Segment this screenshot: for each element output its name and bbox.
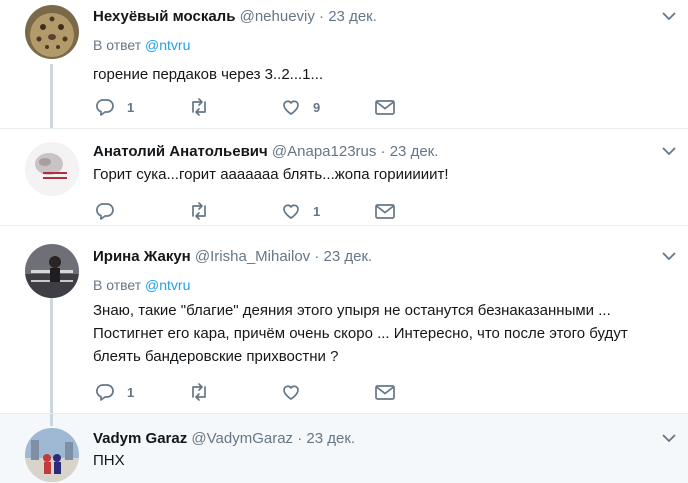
avatar[interactable] <box>25 428 79 482</box>
chevron-down-icon[interactable] <box>662 434 676 443</box>
like-button[interactable]: 9 <box>281 96 320 118</box>
chevron-down-icon[interactable] <box>662 147 676 156</box>
dm-button[interactable] <box>374 200 396 222</box>
tweet-header: Ирина Жакун @Irisha_Mihailov · 23 дек. <box>93 248 372 265</box>
text-line: Знаю, такие "благие" деяния этого упыря … <box>93 302 611 319</box>
retweet-button[interactable] <box>188 96 222 118</box>
tweet-text: Горит сука...горит ааааааа блять...жопа … <box>93 166 449 183</box>
reply-context: В ответ @ntvru <box>93 37 190 53</box>
separator: · <box>319 8 325 25</box>
reply-button[interactable] <box>95 200 127 222</box>
reply-to-link[interactable]: @ntvru <box>145 37 190 53</box>
separator: · <box>297 430 303 447</box>
like-count: 1 <box>313 203 321 219</box>
author-name[interactable]: Ирина Жакун <box>93 248 191 265</box>
avatar[interactable] <box>25 142 79 196</box>
text-line: Постигнет его кара, причём очень скоро .… <box>93 325 628 342</box>
tweet-text: Знаю, такие "благие" деяния этого упыря … <box>93 299 683 368</box>
retweet-button[interactable] <box>188 381 222 403</box>
tweet-header: Vadym Garaz @VadymGaraz · 23 дек. <box>93 430 355 447</box>
tweet-card[interactable]: Ирина Жакун @Irisha_Mihailov · 23 дек. В… <box>0 225 688 414</box>
thread-line <box>50 64 53 128</box>
chevron-down-icon[interactable] <box>662 12 676 21</box>
avatar[interactable] <box>25 5 79 59</box>
tweet-card[interactable]: Нехуёвый москаль @nehueviy · 23 дек. В о… <box>0 0 688 128</box>
tweet-date[interactable]: 23 дек. <box>306 430 355 447</box>
author-handle[interactable]: @VadymGaraz <box>191 430 293 447</box>
envelope-icon <box>375 385 395 400</box>
retweet-icon <box>192 383 206 401</box>
tweet-header: Анатолий Анатольевич @Anapa123rus · 23 д… <box>93 143 438 160</box>
retweet-icon <box>192 98 206 116</box>
reply-prefix: В ответ <box>93 37 142 53</box>
tweet-text: ПНХ <box>93 452 125 469</box>
reply-count: 1 <box>127 99 135 115</box>
thread-line <box>50 414 53 426</box>
envelope-icon <box>375 204 395 219</box>
heart-icon <box>283 100 299 115</box>
retweet-button[interactable] <box>188 200 222 222</box>
reply-button[interactable]: 1 <box>95 381 134 403</box>
author-name[interactable]: Анатолий Анатольевич <box>93 143 268 160</box>
dm-button[interactable] <box>374 96 396 118</box>
author-handle[interactable]: @nehueviy <box>240 8 315 25</box>
text-line: блеять бандеровские прихвостни ? <box>93 348 339 365</box>
dm-button[interactable] <box>374 381 396 403</box>
reply-count: 1 <box>127 384 135 400</box>
heart-icon <box>283 385 299 400</box>
like-button[interactable] <box>281 381 313 403</box>
reply-icon <box>96 99 114 116</box>
heart-icon <box>283 204 299 219</box>
reply-context: В ответ @ntvru <box>93 277 190 293</box>
reply-icon <box>96 384 114 401</box>
retweet-icon <box>192 202 206 220</box>
tweet-date[interactable]: 23 дек. <box>390 143 439 160</box>
tweet-date[interactable]: 23 дек. <box>328 8 377 25</box>
separator: · <box>314 248 320 265</box>
reply-prefix: В ответ <box>93 277 142 293</box>
like-button[interactable]: 1 <box>281 200 320 222</box>
tweet-card[interactable]: Анатолий Анатольевич @Anapa123rus · 23 д… <box>0 128 688 226</box>
like-count: 9 <box>313 99 321 115</box>
tweet-text: горение пердаков через 3..2...1... <box>93 66 324 83</box>
tweet-card[interactable]: Vadym Garaz @VadymGaraz · 23 дек. ПНХ <box>0 413 688 483</box>
author-handle[interactable]: @Anapa123rus <box>272 143 376 160</box>
author-handle[interactable]: @Irisha_Mihailov <box>195 248 310 265</box>
chevron-down-icon[interactable] <box>662 252 676 261</box>
thread-line <box>50 298 53 414</box>
author-name[interactable]: Нехуёвый москаль <box>93 8 235 25</box>
separator: · <box>380 143 386 160</box>
envelope-icon <box>375 100 395 115</box>
reply-to-link[interactable]: @ntvru <box>145 277 190 293</box>
tweet-date[interactable]: 23 дек. <box>324 248 373 265</box>
reply-button[interactable]: 1 <box>95 96 134 118</box>
avatar[interactable] <box>25 244 79 298</box>
tweet-header: Нехуёвый москаль @nehueviy · 23 дек. <box>93 8 377 25</box>
reply-icon <box>96 203 114 220</box>
author-name[interactable]: Vadym Garaz <box>93 430 187 447</box>
